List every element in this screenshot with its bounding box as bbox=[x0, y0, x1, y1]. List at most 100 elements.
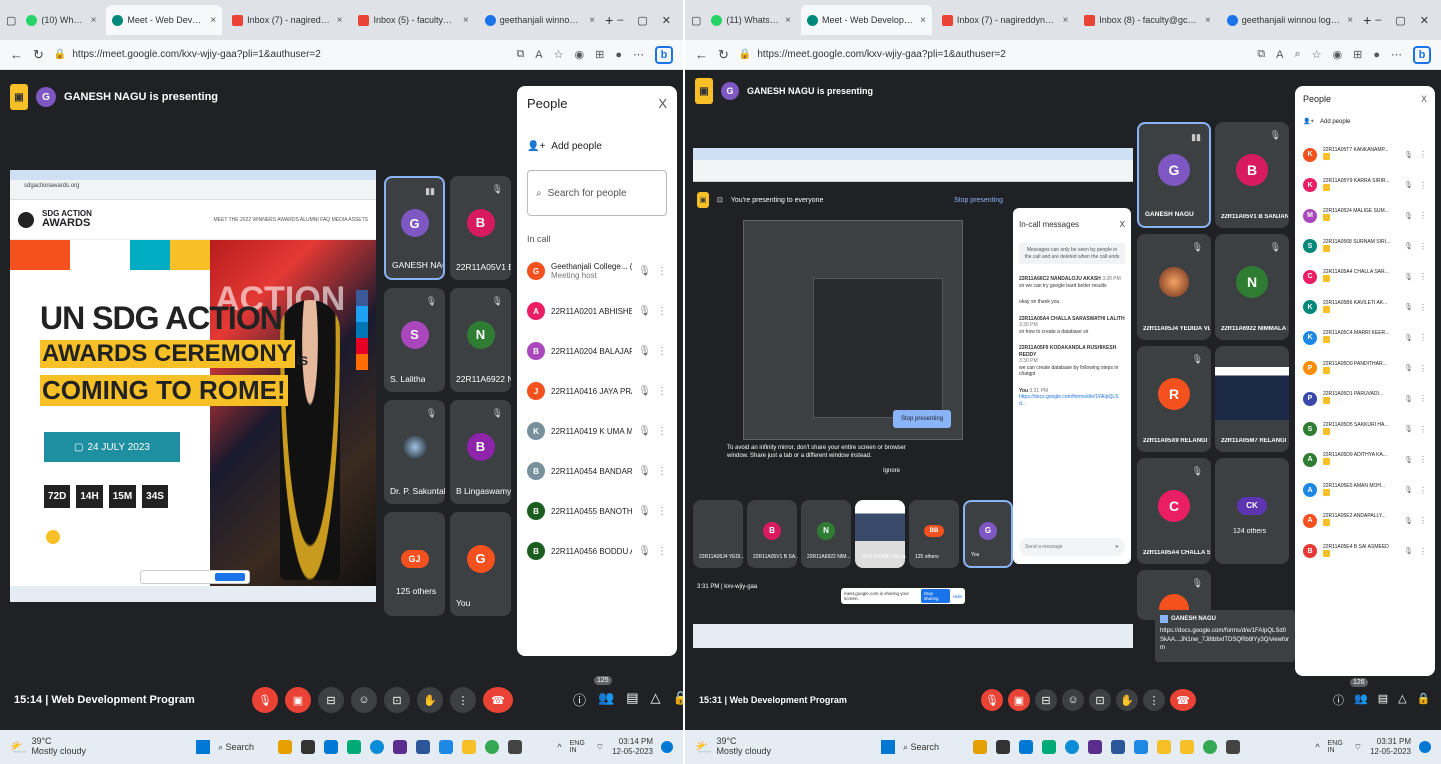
new-tab-icon[interactable]: + bbox=[1363, 12, 1371, 28]
close-icon[interactable]: × bbox=[1347, 15, 1353, 26]
more-vert-icon[interactable]: ⋮ bbox=[1419, 394, 1427, 403]
emoji-button[interactable]: ☺ bbox=[351, 687, 377, 713]
collections-icon[interactable]: ⊞ bbox=[1353, 48, 1362, 61]
close-icon[interactable]: × bbox=[210, 15, 216, 26]
bing-chat-icon[interactable]: b bbox=[1413, 45, 1431, 64]
app-icon[interactable] bbox=[462, 740, 477, 754]
present-button[interactable]: ⊡ bbox=[384, 687, 410, 713]
more-vert-icon[interactable]: ⋮ bbox=[657, 386, 667, 397]
list-item[interactable]: B22R11A0456 BODDU AJAY🎙⋮ bbox=[527, 542, 667, 560]
back-icon[interactable]: ← bbox=[10, 47, 23, 62]
more-vert-icon[interactable]: ⋮ bbox=[657, 266, 667, 277]
more-vert-icon[interactable]: ⋮ bbox=[1419, 333, 1427, 342]
info-icon[interactable]: ⓘ bbox=[1333, 692, 1344, 708]
participant-tile[interactable]: 🎙C22R11A05A4 CHALLA SA... bbox=[1137, 458, 1211, 564]
list-item[interactable]: P 22R11A05D1 PARUVADI... 🎙 ⋮ bbox=[1303, 391, 1427, 406]
list-item[interactable]: K22R11A0419 K UMA MANE...🎙⋮ bbox=[527, 422, 667, 440]
participant-tile[interactable]: ▮▮GGANESH NAGU bbox=[1137, 122, 1211, 228]
favorite-icon[interactable]: ☆ bbox=[554, 48, 564, 61]
more-vert-icon[interactable]: ⋮ bbox=[1419, 547, 1427, 556]
tab-inbox-2[interactable]: Inbox (8) - faculty@gcetexams.i× bbox=[1078, 5, 1217, 35]
maximize-icon[interactable]: ▢ bbox=[1395, 14, 1405, 27]
notification-icon[interactable] bbox=[661, 741, 673, 753]
participant-tile[interactable]: 🎙 Dr. P. Sakuntala bbox=[384, 400, 445, 504]
list-item[interactable]: K 22R11A05B6 KAVILETI AK... 🎙 ⋮ bbox=[1303, 300, 1427, 315]
more-vert-icon[interactable]: ⋮ bbox=[657, 306, 667, 317]
minimize-icon[interactable]: – bbox=[1375, 14, 1381, 27]
cast-icon[interactable]: ⧉ bbox=[1257, 48, 1265, 61]
send-icon[interactable]: ➤ bbox=[1115, 544, 1119, 550]
info-icon[interactable]: ⓘ bbox=[573, 690, 586, 709]
chrome-icon[interactable] bbox=[485, 740, 500, 754]
list-item[interactable]: S 22R11A05D5 SAKKURI HA... 🎙 ⋮ bbox=[1303, 422, 1427, 437]
taskbar-search[interactable]: ⌕ Search bbox=[903, 742, 939, 753]
close-icon[interactable]: × bbox=[920, 15, 926, 26]
tab-search[interactable]: geethanjali winnou login - Searc× bbox=[478, 5, 602, 35]
app-icon[interactable] bbox=[1180, 740, 1195, 754]
close-icon[interactable]: X bbox=[1120, 220, 1125, 229]
participant-tile[interactable]: 🎙 B 22R11A05V1 B SANJANA bbox=[1215, 122, 1289, 228]
chat-icon[interactable]: ▤ bbox=[1378, 692, 1388, 708]
tab-whatsapp[interactable]: (10) WhatsApp× bbox=[20, 5, 103, 35]
tab-meet[interactable]: Meet - Web Development× bbox=[801, 5, 932, 35]
more-vert-icon[interactable]: ⋮ bbox=[1419, 516, 1427, 525]
ignore-button[interactable]: Ignore bbox=[883, 468, 900, 474]
more-options-button[interactable]: ⋮ bbox=[450, 687, 476, 713]
close-icon[interactable]: × bbox=[785, 15, 791, 26]
others-tile[interactable]: BB 125 others bbox=[909, 500, 959, 568]
new-tab-icon[interactable]: + bbox=[605, 12, 613, 28]
list-item[interactable]: B22R11A0204 BALAJAPALL...🎙⋮ bbox=[527, 342, 667, 360]
raise-hand-button[interactable]: ✋ bbox=[1116, 689, 1138, 711]
url-field[interactable]: 🔒 https://meet.google.com/kxv-wjiy-gaa?pl… bbox=[54, 49, 507, 60]
camera-toggle-button[interactable]: ▣ bbox=[1008, 689, 1030, 711]
app-icon[interactable] bbox=[996, 740, 1011, 754]
search-people-input[interactable]: ⌕ Search for people bbox=[527, 170, 667, 216]
more-options-button[interactable]: ⋮ bbox=[1143, 689, 1165, 711]
captions-button[interactable]: ⊟ bbox=[318, 687, 344, 713]
activities-icon[interactable]: △ bbox=[651, 690, 661, 709]
participant-tile[interactable]: 22R11A05M7 RELANGI TA... bbox=[1215, 346, 1289, 452]
participant-tile[interactable]: 🎙BB Lingaswamy... bbox=[450, 400, 511, 504]
bing-chat-icon[interactable]: b bbox=[655, 45, 673, 64]
chrome-icon[interactable] bbox=[1203, 740, 1218, 754]
people-icon[interactable]: 👥 126 bbox=[1350, 678, 1368, 708]
list-item[interactable]: A 22R11A05E0 AMAN MOH... 🎙 ⋮ bbox=[1303, 483, 1427, 498]
refresh-icon[interactable]: ↻ bbox=[718, 47, 729, 63]
profile-icon[interactable]: ● bbox=[615, 49, 622, 61]
close-icon[interactable]: × bbox=[337, 15, 343, 26]
favorite-icon[interactable]: ☆ bbox=[1312, 48, 1322, 61]
app-icon[interactable] bbox=[1111, 740, 1126, 754]
collections-icon[interactable]: ⊞ bbox=[595, 48, 604, 61]
present-button[interactable]: ⊡ bbox=[1089, 689, 1111, 711]
extension-icon[interactable]: ◉ bbox=[575, 48, 585, 61]
app-icon[interactable] bbox=[1042, 740, 1057, 754]
edge-icon[interactable] bbox=[1065, 740, 1080, 754]
app-icon[interactable] bbox=[508, 740, 523, 754]
app-icon[interactable] bbox=[301, 740, 316, 754]
tray-chevron-icon[interactable]: ^ bbox=[1315, 742, 1319, 752]
list-item[interactable]: K 22R11A05Y9 KARRA SIRIR... 🎙 ⋮ bbox=[1303, 178, 1427, 193]
participant-tile[interactable]: B 22R11A05V1 B SA... bbox=[747, 500, 798, 568]
more-vert-icon[interactable]: ⋮ bbox=[1419, 486, 1427, 495]
more-vert-icon[interactable]: ⋮ bbox=[657, 346, 667, 357]
participant-tile[interactable]: 🎙22R11A05J4 YEDIDA VLL... bbox=[1137, 234, 1211, 340]
list-item[interactable]: B22R11A0454 BANDARI LA...🎙⋮ bbox=[527, 462, 667, 480]
tab-search[interactable]: geethanjali winnou login - Searc× bbox=[1220, 5, 1360, 35]
participant-tile[interactable]: 22R11A05J4 YEDI... bbox=[693, 500, 744, 568]
more-vert-icon[interactable]: ⋮ bbox=[1419, 150, 1427, 159]
self-tile[interactable]: G You bbox=[963, 500, 1013, 568]
list-item[interactable]: K 22R11A05C4 MARRI KEER... 🎙 ⋮ bbox=[1303, 330, 1427, 345]
more-vert-icon[interactable]: ⋮ bbox=[1419, 303, 1427, 312]
more-vert-icon[interactable]: ⋮ bbox=[1419, 211, 1427, 220]
list-item[interactable]: M 22R11A0524 MALIGE SUM... 🎙 ⋮ bbox=[1303, 208, 1427, 223]
more-icon[interactable]: ⋯ bbox=[633, 48, 644, 61]
stop-sharing-button[interactable]: Stop sharing bbox=[920, 589, 950, 603]
app-icon[interactable] bbox=[393, 740, 408, 754]
participant-tile[interactable]: ▮▮GGANESH NAGU bbox=[384, 176, 445, 280]
more-vert-icon[interactable]: ⋮ bbox=[1419, 181, 1427, 190]
tab-whatsapp[interactable]: (11) WhatsApp× bbox=[705, 5, 798, 35]
more-vert-icon[interactable]: ⋮ bbox=[1419, 425, 1427, 434]
list-item[interactable]: P 22R11A05D0 PANDITHAR... 🎙 ⋮ bbox=[1303, 361, 1427, 376]
list-item[interactable]: K 22R11A05T7 KANKANAMP... 🎙 ⋮ bbox=[1303, 147, 1427, 162]
close-window-icon[interactable]: ✕ bbox=[662, 14, 671, 27]
